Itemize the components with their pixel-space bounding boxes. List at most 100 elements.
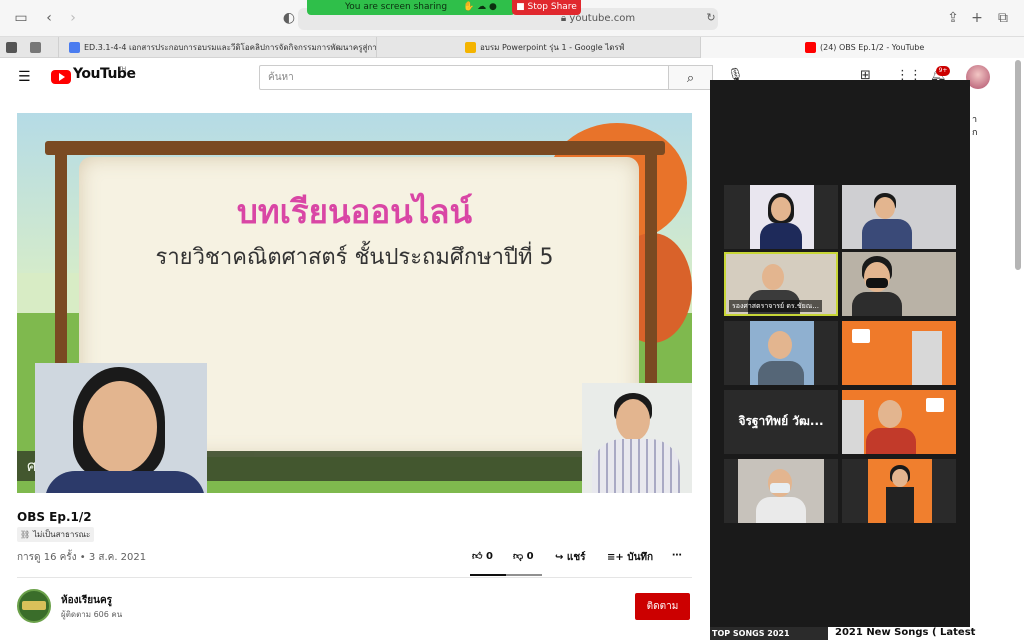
share-arrow-icon: ↪ <box>555 552 564 563</box>
drive-icon <box>465 42 476 53</box>
new-tab-icon[interactable]: + <box>968 9 986 27</box>
participant-tile[interactable] <box>842 252 956 316</box>
participant-tile[interactable] <box>842 321 956 385</box>
participant-body <box>862 219 912 249</box>
more-actions-button[interactable]: ⋯ <box>672 550 682 561</box>
shield-icon[interactable]: ◐ <box>280 9 298 27</box>
pinned-tab[interactable] <box>6 37 20 58</box>
emblem-icon <box>926 398 944 412</box>
participant-body <box>866 428 916 454</box>
thumbs-up-icon: 👍︎ <box>472 551 483 562</box>
notification-badge: 9+ <box>936 66 950 76</box>
tab-drive[interactable]: อบรม Powerpoint รุ่น 1 - Google ไดรฟ์ <box>376 37 700 58</box>
pinned-tab[interactable] <box>30 37 46 58</box>
video-player[interactable]: บทเรียนออนไลน์ รายวิชาคณิตศาสตร์ ชั้นประ… <box>17 113 692 493</box>
stop-share-label: Stop Share <box>527 2 577 12</box>
scrollbar[interactable] <box>1015 60 1021 270</box>
share-icon[interactable]: ⇪ <box>944 9 962 27</box>
participant-tile[interactable] <box>842 390 956 454</box>
screen-sharing-banner: You are screen sharing ✋ ☁ ● <box>307 0 515 15</box>
participant-body <box>886 487 914 523</box>
menu-icon[interactable]: ☰ <box>18 69 31 85</box>
guest-face <box>616 399 650 441</box>
docs-icon <box>69 42 80 53</box>
participant-tile[interactable] <box>724 185 838 249</box>
participant-body <box>758 361 804 385</box>
youtube-logo-icon[interactable] <box>51 70 71 84</box>
dislike-button[interactable]: 👎︎ 0 <box>513 550 534 562</box>
participant-tile[interactable]: จิรฐาทิพย์ วัฒ... <box>724 390 838 454</box>
building-image <box>912 331 942 385</box>
face-mask <box>866 278 888 288</box>
participant-face <box>768 331 792 359</box>
tab-youtube[interactable]: (24) OBS Ep.1/2 - YouTube <box>700 37 1024 58</box>
tab-bar: ED.3.1-4-4 เอกสารประกอบการอบรมและวีดิโอค… <box>0 37 1024 58</box>
subscribe-button[interactable]: ติดตาม <box>635 593 690 620</box>
tab-docs[interactable]: ED.3.1-4-4 เอกสารประกอบการอบรมและวีดิโอค… <box>58 37 376 58</box>
participant-face <box>875 197 895 219</box>
guest-camera <box>582 383 692 493</box>
tab-label: ED.3.1-4-4 เอกสารประกอบการอบรมและวีดิโอค… <box>84 43 376 52</box>
stop-share-button[interactable]: ■ Stop Share <box>512 0 581 15</box>
save-button[interactable]: ≡+ บันทึก <box>607 550 653 565</box>
participant-name: รองศาสตราจารย์ ดร.ชัยณ... <box>729 300 822 312</box>
playlist-add-icon: ≡+ <box>607 552 624 563</box>
emblem-icon <box>852 329 870 343</box>
participant-body <box>760 223 802 249</box>
like-count: 0 <box>485 551 493 562</box>
share-status-icons: ✋ ☁ ● <box>463 2 497 12</box>
search-button[interactable]: ⌕ <box>669 65 713 90</box>
pinned-icon <box>6 42 17 53</box>
save-label: บันทึก <box>627 552 654 563</box>
presenter-camera <box>35 363 207 493</box>
channel-name[interactable]: ห้องเรียนครู <box>61 593 112 608</box>
slide-subtitle: รายวิชาคณิตศาสตร์ ชั้นประถมศึกษาปีที่ 5 <box>155 245 554 270</box>
address-text: youtube.com <box>569 13 636 24</box>
participant-tile[interactable] <box>842 459 956 523</box>
youtube-icon <box>805 42 816 53</box>
back-icon[interactable]: ‹ <box>40 9 58 27</box>
like-ratio-bar <box>470 574 542 576</box>
screen-sharing-text: You are screen sharing <box>345 2 448 12</box>
video-title: OBS Ep.1/2 <box>17 510 92 524</box>
slide-title: บทเรียนออนไลน์ <box>236 192 473 231</box>
reload-icon[interactable]: ↻ <box>702 9 720 27</box>
tab-overview-icon[interactable]: ⧉ <box>994 9 1012 27</box>
subscriber-count: ผู้ติดตาม 606 คน <box>61 610 123 619</box>
region-code: TH <box>118 66 127 73</box>
participant-body <box>756 497 806 523</box>
channel-avatar[interactable] <box>17 589 51 623</box>
sidebar-peek-text: า <box>972 115 978 125</box>
zoom-gallery-panel: รองศาสตราจารย์ ดร.ชัยณ... จิรฐาทิพย์ วัฒ… <box>710 80 970 627</box>
search-icon: ⌕ <box>686 71 695 86</box>
divider <box>17 577 692 578</box>
building-image <box>842 400 864 454</box>
share-button[interactable]: ↪ แชร์ <box>555 550 585 565</box>
recommended-thumbnail[interactable]: TOP SONGS 2021 <box>710 627 828 640</box>
participant-body <box>852 292 902 316</box>
pinned-icon <box>30 42 41 53</box>
search-input[interactable]: ค้นหา <box>259 65 669 90</box>
participant-name: จิรฐาทิพย์ วัฒ... <box>738 414 824 428</box>
unlisted-badge: ไม่เป็นสาธารณะ <box>17 527 95 542</box>
presenter-body <box>45 471 205 493</box>
sidebar-toggle-icon[interactable]: ▭ <box>12 9 30 27</box>
participant-tile-active[interactable]: รองศาสตราจารย์ ดร.ชัยณ... <box>724 252 838 316</box>
guest-body <box>592 439 680 493</box>
participant-face <box>762 264 784 290</box>
frame-top <box>45 141 665 155</box>
tab-label: อบรม Powerpoint รุ่น 1 - Google ไดรฟ์ <box>480 43 625 52</box>
recommended-title[interactable]: 2021 New Songs ( Latest <box>835 627 975 638</box>
participant-tile[interactable] <box>842 185 956 249</box>
participant-face <box>878 400 902 428</box>
participant-tile[interactable] <box>724 321 838 385</box>
share-label: แชร์ <box>566 552 586 563</box>
view-count: การดู 16 ครั้ง • 3 ส.ค. 2021 <box>17 552 147 563</box>
forward-icon[interactable]: › <box>64 9 82 27</box>
face-mask <box>770 483 790 493</box>
thumbs-down-icon: 👎︎ <box>513 551 524 562</box>
like-button[interactable]: 👍︎ 0 <box>472 550 493 562</box>
participant-tile[interactable] <box>724 459 838 523</box>
presenter-face <box>83 381 157 473</box>
sidebar-peek-text: ก <box>972 128 978 138</box>
